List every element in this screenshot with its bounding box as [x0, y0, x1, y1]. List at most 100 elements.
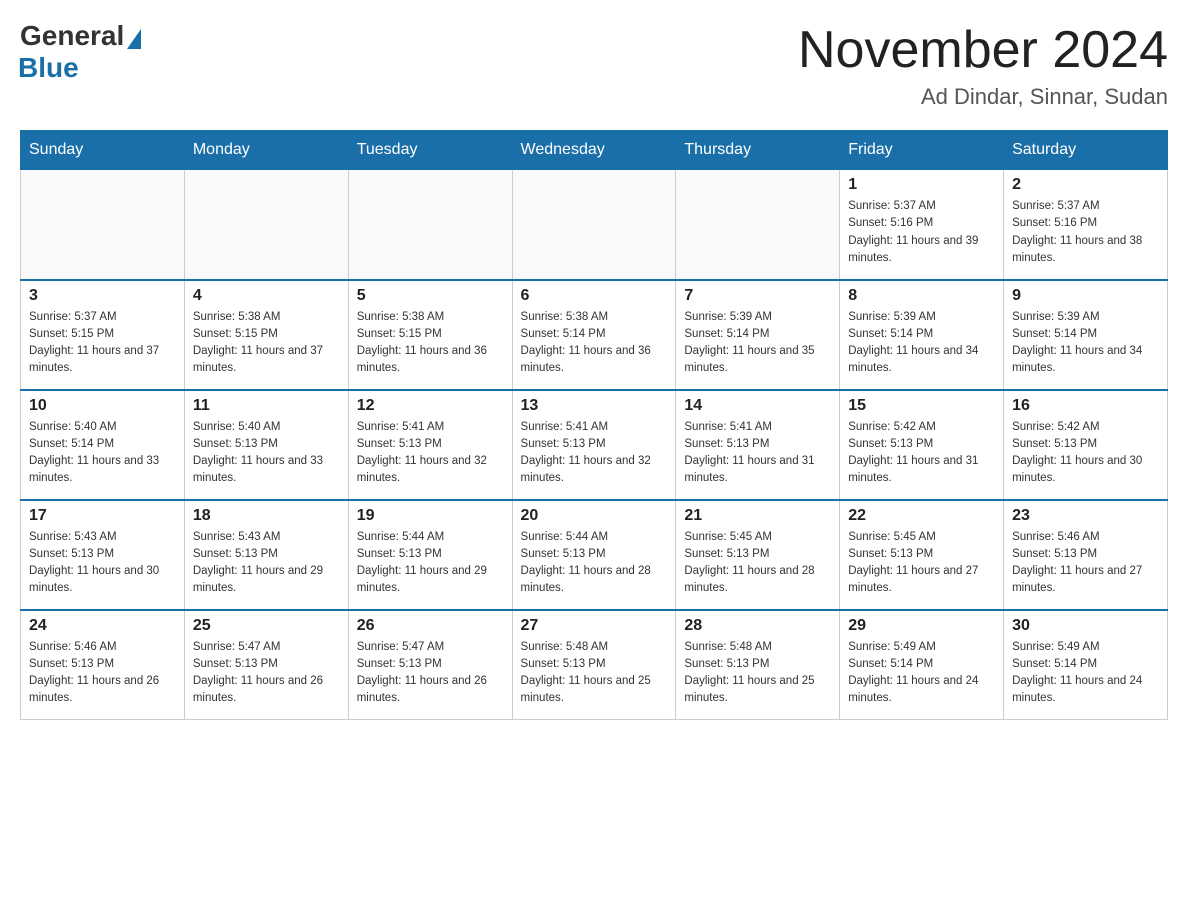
day-number: 2 — [1012, 176, 1159, 194]
day-info: Sunrise: 5:44 AMSunset: 5:13 PMDaylight:… — [521, 529, 668, 598]
calendar-cell: 15 Sunrise: 5:42 AMSunset: 5:13 PMDayligh… — [840, 390, 1004, 500]
day-number: 19 — [357, 507, 504, 525]
calendar-cell: 23 Sunrise: 5:46 AMSunset: 5:13 PMDayligh… — [1004, 500, 1168, 610]
calendar-cell — [512, 170, 676, 280]
calendar-cell: 12 Sunrise: 5:41 AMSunset: 5:13 PMDayligh… — [348, 390, 512, 500]
calendar-cell: 22 Sunrise: 5:45 AMSunset: 5:13 PMDayligh… — [840, 500, 1004, 610]
calendar-cell: 4 Sunrise: 5:38 AMSunset: 5:15 PMDaylight… — [184, 280, 348, 390]
calendar-cell: 13 Sunrise: 5:41 AMSunset: 5:13 PMDayligh… — [512, 390, 676, 500]
calendar-cell: 2 Sunrise: 5:37 AMSunset: 5:16 PMDaylight… — [1004, 170, 1168, 280]
logo-general-text: General — [20, 20, 124, 52]
day-info: Sunrise: 5:48 AMSunset: 5:13 PMDaylight:… — [684, 639, 831, 708]
calendar-cell: 20 Sunrise: 5:44 AMSunset: 5:13 PMDayligh… — [512, 500, 676, 610]
calendar-cell: 11Sunrise: 5:40 AMSunset: 5:13 PMDayligh… — [184, 390, 348, 500]
day-info: Sunrise: 5:45 AMSunset: 5:13 PMDaylight:… — [848, 529, 995, 598]
day-number: 29 — [848, 617, 995, 635]
calendar-cell: 30 Sunrise: 5:49 AMSunset: 5:14 PMDayligh… — [1004, 610, 1168, 720]
day-info: Sunrise: 5:42 AMSunset: 5:13 PMDaylight:… — [848, 419, 995, 488]
calendar-week-row-2: 3 Sunrise: 5:37 AMSunset: 5:15 PMDaylight… — [21, 280, 1168, 390]
day-number: 12 — [357, 397, 504, 415]
day-info: Sunrise: 5:47 AMSunset: 5:13 PMDaylight:… — [357, 639, 504, 708]
day-info: Sunrise: 5:37 AMSunset: 5:16 PMDaylight:… — [848, 198, 995, 267]
day-info: Sunrise: 5:40 AMSunset: 5:13 PMDaylight:… — [193, 419, 340, 488]
calendar-week-row-3: 10 Sunrise: 5:40 AMSunset: 5:14 PMDayligh… — [21, 390, 1168, 500]
day-number: 27 — [521, 617, 668, 635]
calendar-cell: 29 Sunrise: 5:49 AMSunset: 5:14 PMDayligh… — [840, 610, 1004, 720]
calendar-cell: 18 Sunrise: 5:43 AMSunset: 5:13 PMDayligh… — [184, 500, 348, 610]
calendar-cell: 16Sunrise: 5:42 AMSunset: 5:13 PMDayligh… — [1004, 390, 1168, 500]
day-info: Sunrise: 5:43 AMSunset: 5:13 PMDaylight:… — [193, 529, 340, 598]
calendar-cell: 25 Sunrise: 5:47 AMSunset: 5:13 PMDayligh… — [184, 610, 348, 720]
month-title: November 2024 — [798, 20, 1168, 80]
day-info: Sunrise: 5:41 AMSunset: 5:13 PMDaylight:… — [684, 419, 831, 488]
day-info: Sunrise: 5:48 AMSunset: 5:13 PMDaylight:… — [521, 639, 668, 708]
calendar-cell: 14 Sunrise: 5:41 AMSunset: 5:13 PMDayligh… — [676, 390, 840, 500]
day-number: 28 — [684, 617, 831, 635]
day-info: Sunrise: 5:39 AMSunset: 5:14 PMDaylight:… — [684, 309, 831, 378]
calendar-cell: 6Sunrise: 5:38 AMSunset: 5:14 PMDaylight… — [512, 280, 676, 390]
day-info: Sunrise: 5:37 AMSunset: 5:16 PMDaylight:… — [1012, 198, 1159, 267]
page-header: General Blue November 2024 Ad Dindar, Si… — [20, 20, 1168, 110]
calendar-cell — [348, 170, 512, 280]
calendar-cell: 7 Sunrise: 5:39 AMSunset: 5:14 PMDaylight… — [676, 280, 840, 390]
day-number: 17 — [29, 507, 176, 525]
day-info: Sunrise: 5:46 AMSunset: 5:13 PMDaylight:… — [29, 639, 176, 708]
calendar-header-monday: Monday — [184, 131, 348, 170]
calendar-header-tuesday: Tuesday — [348, 131, 512, 170]
calendar-cell: 3 Sunrise: 5:37 AMSunset: 5:15 PMDaylight… — [21, 280, 185, 390]
day-number: 5 — [357, 287, 504, 305]
calendar-cell: 19Sunrise: 5:44 AMSunset: 5:13 PMDayligh… — [348, 500, 512, 610]
calendar-header-row: SundayMondayTuesdayWednesdayThursdayFrid… — [21, 131, 1168, 170]
day-number: 10 — [29, 397, 176, 415]
logo-triangle-icon — [127, 29, 141, 49]
calendar-cell: 24Sunrise: 5:46 AMSunset: 5:13 PMDayligh… — [21, 610, 185, 720]
calendar-cell — [676, 170, 840, 280]
day-number: 8 — [848, 287, 995, 305]
day-number: 15 — [848, 397, 995, 415]
day-info: Sunrise: 5:38 AMSunset: 5:14 PMDaylight:… — [521, 309, 668, 378]
logo: General Blue — [20, 20, 141, 84]
day-number: 7 — [684, 287, 831, 305]
calendar-cell: 28 Sunrise: 5:48 AMSunset: 5:13 PMDayligh… — [676, 610, 840, 720]
day-number: 3 — [29, 287, 176, 305]
day-info: Sunrise: 5:38 AMSunset: 5:15 PMDaylight:… — [357, 309, 504, 378]
day-number: 20 — [521, 507, 668, 525]
calendar-header-saturday: Saturday — [1004, 131, 1168, 170]
day-info: Sunrise: 5:47 AMSunset: 5:13 PMDaylight:… — [193, 639, 340, 708]
day-number: 30 — [1012, 617, 1159, 635]
calendar-cell: 10 Sunrise: 5:40 AMSunset: 5:14 PMDayligh… — [21, 390, 185, 500]
day-number: 23 — [1012, 507, 1159, 525]
day-info: Sunrise: 5:38 AMSunset: 5:15 PMDaylight:… — [193, 309, 340, 378]
calendar-header-sunday: Sunday — [21, 131, 185, 170]
day-number: 13 — [521, 397, 668, 415]
day-number: 18 — [193, 507, 340, 525]
calendar-header-thursday: Thursday — [676, 131, 840, 170]
calendar-cell: 9Sunrise: 5:39 AMSunset: 5:14 PMDaylight… — [1004, 280, 1168, 390]
calendar-week-row-4: 17 Sunrise: 5:43 AMSunset: 5:13 PMDayligh… — [21, 500, 1168, 610]
calendar-cell: 27 Sunrise: 5:48 AMSunset: 5:13 PMDayligh… — [512, 610, 676, 720]
day-number: 22 — [848, 507, 995, 525]
calendar-cell: 17Sunrise: 5:43 AMSunset: 5:13 PMDayligh… — [21, 500, 185, 610]
day-info: Sunrise: 5:41 AMSunset: 5:13 PMDaylight:… — [521, 419, 668, 488]
day-info: Sunrise: 5:41 AMSunset: 5:13 PMDaylight:… — [357, 419, 504, 488]
day-info: Sunrise: 5:46 AMSunset: 5:13 PMDaylight:… — [1012, 529, 1159, 598]
calendar-cell: 26 Sunrise: 5:47 AMSunset: 5:13 PMDayligh… — [348, 610, 512, 720]
calendar-cell: 5 Sunrise: 5:38 AMSunset: 5:15 PMDaylight… — [348, 280, 512, 390]
day-number: 14 — [684, 397, 831, 415]
day-info: Sunrise: 5:40 AMSunset: 5:14 PMDaylight:… — [29, 419, 176, 488]
day-info: Sunrise: 5:49 AMSunset: 5:14 PMDaylight:… — [848, 639, 995, 708]
calendar-header-friday: Friday — [840, 131, 1004, 170]
calendar-week-row-1: 1 Sunrise: 5:37 AMSunset: 5:16 PMDaylight… — [21, 170, 1168, 280]
day-number: 4 — [193, 287, 340, 305]
calendar-cell: 1 Sunrise: 5:37 AMSunset: 5:16 PMDaylight… — [840, 170, 1004, 280]
calendar-week-row-5: 24Sunrise: 5:46 AMSunset: 5:13 PMDayligh… — [21, 610, 1168, 720]
day-number: 25 — [193, 617, 340, 635]
day-number: 26 — [357, 617, 504, 635]
logo-blue-text: Blue — [18, 52, 79, 84]
day-info: Sunrise: 5:49 AMSunset: 5:14 PMDaylight:… — [1012, 639, 1159, 708]
calendar-cell — [184, 170, 348, 280]
calendar-table: SundayMondayTuesdayWednesdayThursdayFrid… — [20, 130, 1168, 720]
day-info: Sunrise: 5:37 AMSunset: 5:15 PMDaylight:… — [29, 309, 176, 378]
day-info: Sunrise: 5:45 AMSunset: 5:13 PMDaylight:… — [684, 529, 831, 598]
day-number: 1 — [848, 176, 995, 194]
